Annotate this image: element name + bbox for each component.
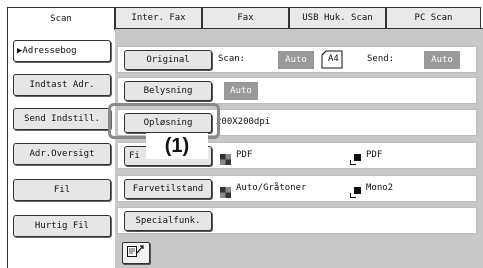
tab-label: Fax	[237, 13, 254, 23]
scan-value-text: Auto	[285, 55, 307, 65]
tab-label: USB Huk. Scan	[302, 13, 373, 23]
sidebar-item-label: Adr.Oversigt	[29, 149, 95, 159]
color-mode-row: Farvetilstand Auto/Gråtoner Mono2	[117, 175, 477, 202]
color-mode-value: Auto/Gråtoner	[236, 183, 307, 193]
exposure-button[interactable]: Belysning	[124, 81, 212, 101]
paper-size-label: A4	[328, 54, 339, 64]
exposure-value: Auto	[224, 82, 258, 100]
sidebar-item-label: Indtast Adr.	[29, 80, 95, 90]
color-mode-icon	[220, 183, 231, 198]
color-mode-button[interactable]: Farvetilstand	[124, 179, 212, 199]
sidebar-item-label: Hurtig Fil	[34, 221, 90, 231]
scan-value: Auto	[278, 51, 314, 69]
tab-usb-scan[interactable]: USB Huk. Scan	[289, 7, 386, 28]
original-row: Original Scan: Auto A4 Send: Auto	[117, 46, 477, 73]
paper-size-icon: A4	[321, 50, 343, 69]
special-modes-row: Specialfunk.	[117, 207, 477, 234]
sidebar-item-quick-file[interactable]: Hurtig Fil	[13, 215, 111, 237]
tab-label: Scan	[50, 14, 72, 24]
sidebar-item-file[interactable]: Fil	[13, 179, 111, 201]
button-label: Original	[146, 55, 190, 65]
send-label: Send:	[367, 54, 395, 64]
button-label: Specialfunk.	[135, 216, 201, 226]
color-file-format: PDF	[236, 150, 253, 160]
preview-button[interactable]	[122, 242, 150, 264]
exposure-row: Belysning Auto	[117, 77, 477, 104]
sidebar-item-address-review[interactable]: Adr.Oversigt	[13, 143, 111, 165]
mono-file-format: PDF	[366, 150, 383, 160]
send-value-text: Auto	[431, 55, 453, 65]
sidebar-item-label: ▶Adressebog	[17, 46, 77, 56]
sidebar-item-addressbook[interactable]: ▶Adressebog	[13, 40, 111, 62]
callout-text: (1)	[164, 134, 190, 157]
sidebar-item-send-settings[interactable]: Send Indstill.	[13, 108, 111, 130]
mono-mode-value: Mono2	[366, 183, 394, 193]
tab-pc-scan[interactable]: PC Scan	[386, 7, 481, 28]
exposure-value-text: Auto	[230, 86, 252, 96]
tab-fax[interactable]: Fax	[202, 7, 289, 28]
tab-scan[interactable]: Scan	[7, 7, 115, 30]
scan-label: Scan:	[218, 54, 246, 64]
special-modes-button[interactable]: Specialfunk.	[124, 211, 212, 231]
button-label: Farvetilstand	[132, 184, 204, 194]
mono-mode-icon	[350, 150, 361, 165]
send-value: Auto	[424, 51, 460, 69]
sidebar-item-label: Fil	[53, 185, 71, 195]
sidebar-item-enter-address[interactable]: Indtast Adr.	[13, 74, 111, 96]
resolution-value: 200X200dpi	[216, 117, 271, 127]
callout-label: (1)	[146, 133, 208, 159]
button-label-start: Fi	[129, 151, 140, 161]
tab-internet-fax[interactable]: Inter. Fax	[115, 7, 202, 28]
color-mode-icon	[220, 150, 231, 165]
tab-label: PC Scan	[414, 13, 453, 23]
original-button[interactable]: Original	[124, 50, 212, 70]
sidebar-item-label: Send Indstill.	[24, 114, 100, 124]
mono-mode-icon	[350, 183, 361, 198]
preview-icon	[126, 243, 146, 263]
tab-label: Inter. Fax	[131, 13, 186, 23]
sidebar: ▶Adressebog Indtast Adr. Send Indstill. …	[7, 28, 115, 268]
button-label: Belysning	[143, 86, 193, 96]
